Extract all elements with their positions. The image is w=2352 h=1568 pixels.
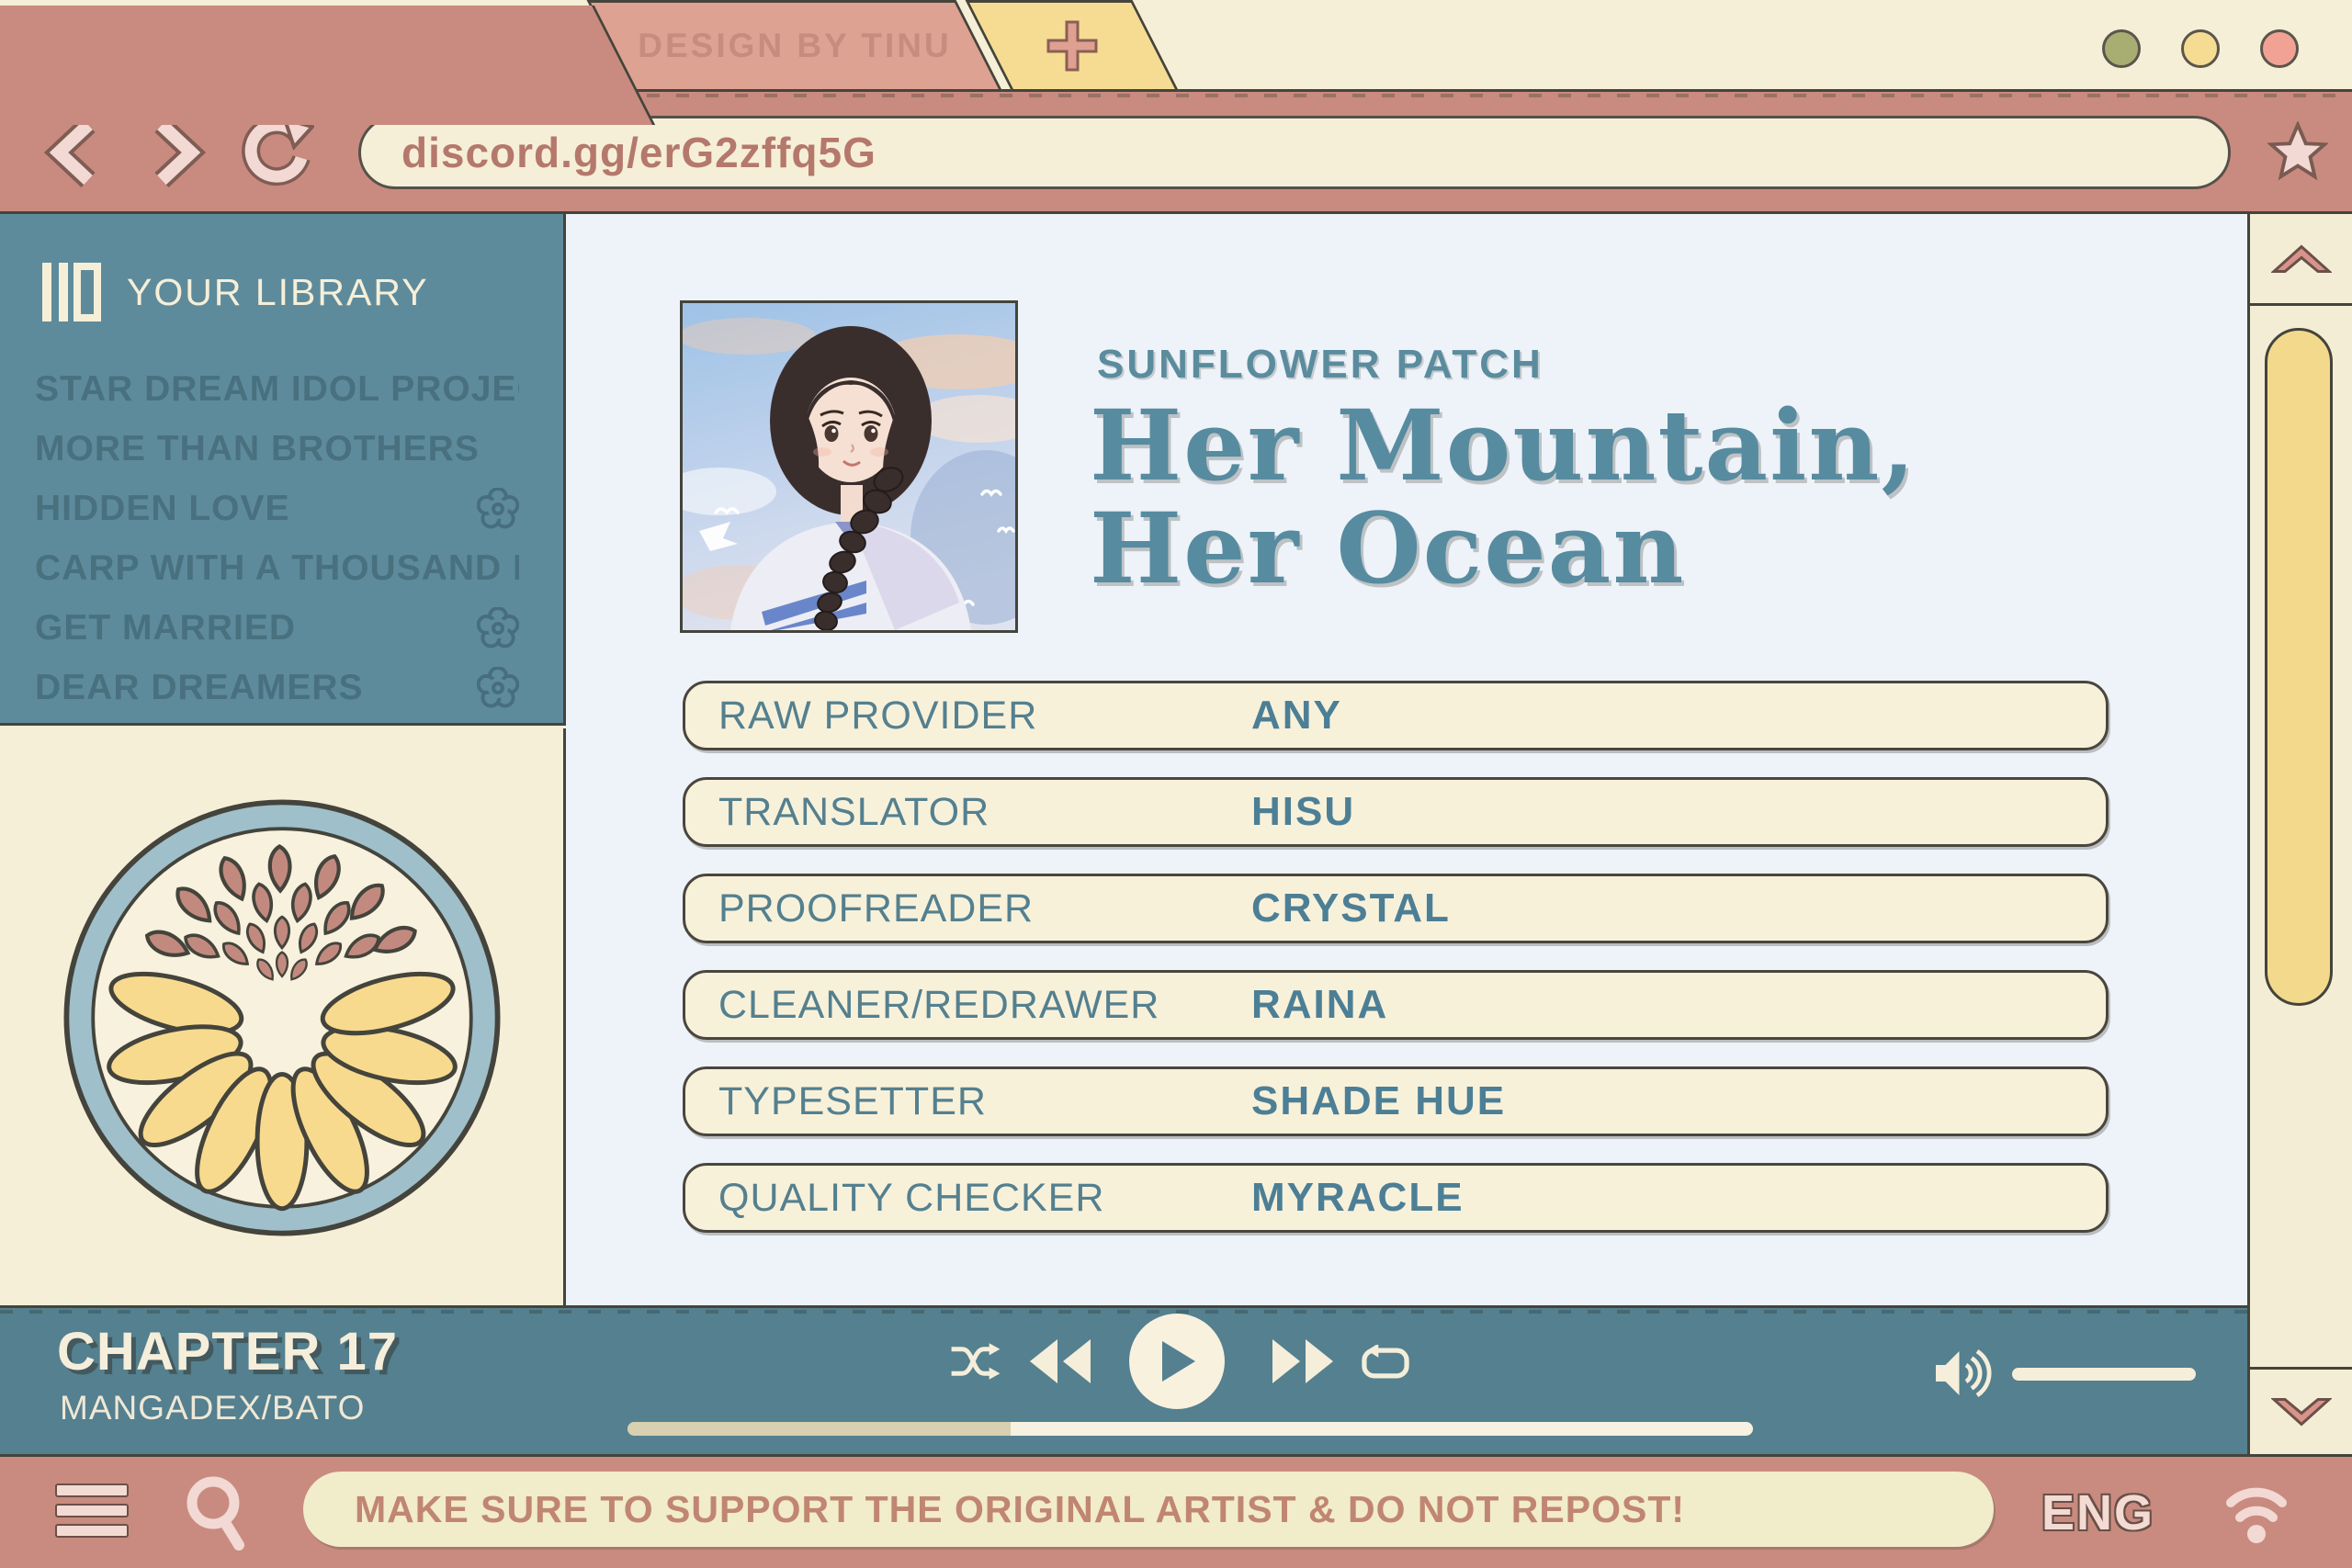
library-list: STAR DREAM IDOL PROJECT MORE THAN BROTHE…	[0, 359, 563, 717]
credit-role: TRANSLATOR	[718, 789, 990, 834]
credit-name: SHADE HUE	[1251, 1078, 1507, 1123]
forward-button[interactable]	[140, 118, 209, 187]
window-dot-yellow[interactable]	[2181, 29, 2220, 68]
shuffle-button[interactable]	[948, 1341, 1003, 1382]
refresh-button[interactable]	[237, 114, 314, 191]
series-label: SUNFLOWER PATCH	[1097, 342, 1544, 387]
library-header: YOUR LIBRARY	[0, 214, 563, 322]
repeat-button[interactable]	[1360, 1345, 1411, 1382]
progress-bar[interactable]	[628, 1422, 1753, 1436]
content-area: YOUR LIBRARY STAR DREAM IDOL PROJECT MOR…	[0, 214, 2352, 1305]
scroll-up-button[interactable]	[2250, 214, 2352, 306]
credit-name: RAINA	[1251, 982, 1389, 1027]
credit-name: MYRACLE	[1251, 1175, 1464, 1220]
library-item[interactable]: MORE THAN BROTHERS	[0, 419, 563, 479]
window-dot-green[interactable]	[2102, 29, 2141, 68]
browser-window: DESIGN BY TINU discord.gg/erG2zffq5G YOU…	[0, 0, 2352, 1568]
credit-role: RAW PROVIDER	[718, 693, 1038, 738]
menu-bar	[55, 1524, 129, 1538]
notice-pill: MAKE SURE TO SUPPORT THE ORIGINAL ARTIST…	[303, 1472, 1994, 1547]
menu-bar	[55, 1504, 129, 1517]
url-bar[interactable]: discord.gg/erG2zffq5G	[358, 116, 2231, 189]
credit-role: PROOFREADER	[718, 886, 1035, 931]
credit-row: PROOFREADER CRYSTAL	[683, 874, 2109, 943]
bookmark-star-button[interactable]	[2267, 121, 2328, 182]
library-item[interactable]: STAR DREAM IDOL PROJECT	[0, 359, 563, 419]
window-controls	[2102, 29, 2299, 68]
credit-name: ANY	[1251, 693, 1342, 738]
credit-role: QUALITY CHECKER	[718, 1175, 1105, 1220]
library-item[interactable]: CARP WITH A THOUSAND E...	[0, 538, 563, 598]
tab-bar: DESIGN BY TINU	[0, 0, 2352, 125]
tab-design-credit[interactable]: DESIGN BY TINU	[586, 0, 1003, 92]
page-title: Her Mountain, Her Ocean	[1090, 388, 1917, 606]
active-tab[interactable]	[0, 6, 656, 125]
library-icon	[42, 263, 101, 321]
language-selector[interactable]: ENG	[2041, 1484, 2154, 1541]
back-button[interactable]	[40, 118, 110, 187]
title-line-2: Her Ocean	[1090, 491, 1686, 606]
volume-icon[interactable]	[1933, 1347, 1994, 1400]
credit-row: RAW PROVIDER ANY	[683, 681, 2109, 750]
logo-panel	[0, 728, 566, 1305]
perforation-strip	[0, 1310, 2247, 1314]
credit-row: TYPESETTER SHADE HUE	[683, 1066, 2109, 1136]
bottom-bar: MAKE SURE TO SUPPORT THE ORIGINAL ARTIST…	[0, 1454, 2352, 1568]
main-pane: SUNFLOWER PATCH Her Mountain, Her Ocean …	[566, 214, 2247, 1305]
credit-name: CRYSTAL	[1251, 886, 1451, 931]
volume-slider[interactable]	[2012, 1368, 2196, 1381]
sunflower-logo	[63, 799, 501, 1236]
plus-icon	[1046, 20, 1098, 72]
wifi-icon	[2226, 1487, 2287, 1543]
credit-name: HISU	[1251, 789, 1356, 834]
rewind-button[interactable]	[1027, 1339, 1093, 1383]
new-tab-button[interactable]	[965, 0, 1180, 92]
library-item[interactable]: GET MARRIED	[0, 598, 563, 658]
flower-gear-icon[interactable]	[477, 666, 519, 709]
chevron-down-icon	[2270, 1398, 2332, 1427]
scrollbar[interactable]	[2247, 214, 2352, 1454]
menu-bar	[55, 1483, 129, 1497]
notice-text: MAKE SURE TO SUPPORT THE ORIGINAL ARTIST…	[355, 1487, 1686, 1530]
library-item[interactable]: DEAR DREAMERS	[0, 658, 563, 717]
scroll-down-button[interactable]	[2250, 1367, 2352, 1454]
search-button[interactable]	[180, 1475, 254, 1552]
library-item[interactable]: HIDDEN LOVE	[0, 479, 563, 538]
play-icon	[1162, 1341, 1195, 1382]
credit-row: CLEANER/REDRAWER RAINA	[683, 970, 2109, 1040]
design-credit-label: DESIGN BY TINU	[638, 27, 952, 64]
play-button[interactable]	[1129, 1314, 1225, 1409]
credits-list: RAW PROVIDER ANY TRANSLATOR HISU PROOFRE…	[683, 681, 2109, 1233]
title-line-1: Her Mountain,	[1090, 388, 1917, 502]
credit-row: QUALITY CHECKER MYRACLE	[683, 1163, 2109, 1233]
credit-role: TYPESETTER	[718, 1078, 987, 1123]
scroll-thumb[interactable]	[2265, 328, 2333, 1006]
chapter-sources: MANGADEX/BATO	[60, 1389, 366, 1427]
flower-gear-icon[interactable]	[477, 487, 519, 530]
menu-button[interactable]	[55, 1483, 129, 1538]
window-dot-pink[interactable]	[2260, 29, 2299, 68]
chevron-up-icon	[2270, 243, 2332, 273]
cover-illustration	[662, 303, 1061, 632]
progress-fill	[628, 1422, 1011, 1436]
credit-row: TRANSLATOR HISU	[683, 777, 2109, 847]
url-text: discord.gg/erG2zffq5G	[401, 129, 876, 176]
flower-gear-icon[interactable]	[477, 606, 519, 649]
player-bar: CHAPTER 17 MANGADEX/BATO	[0, 1305, 2247, 1454]
chapter-title: CHAPTER 17	[57, 1322, 398, 1382]
library-title: YOUR LIBRARY	[127, 270, 429, 313]
cover-image	[662, 300, 1061, 633]
library-sidebar: YOUR LIBRARY STAR DREAM IDOL PROJECT MOR…	[0, 214, 566, 726]
credit-role: CLEANER/REDRAWER	[718, 982, 1160, 1027]
fast-forward-button[interactable]	[1270, 1339, 1336, 1383]
